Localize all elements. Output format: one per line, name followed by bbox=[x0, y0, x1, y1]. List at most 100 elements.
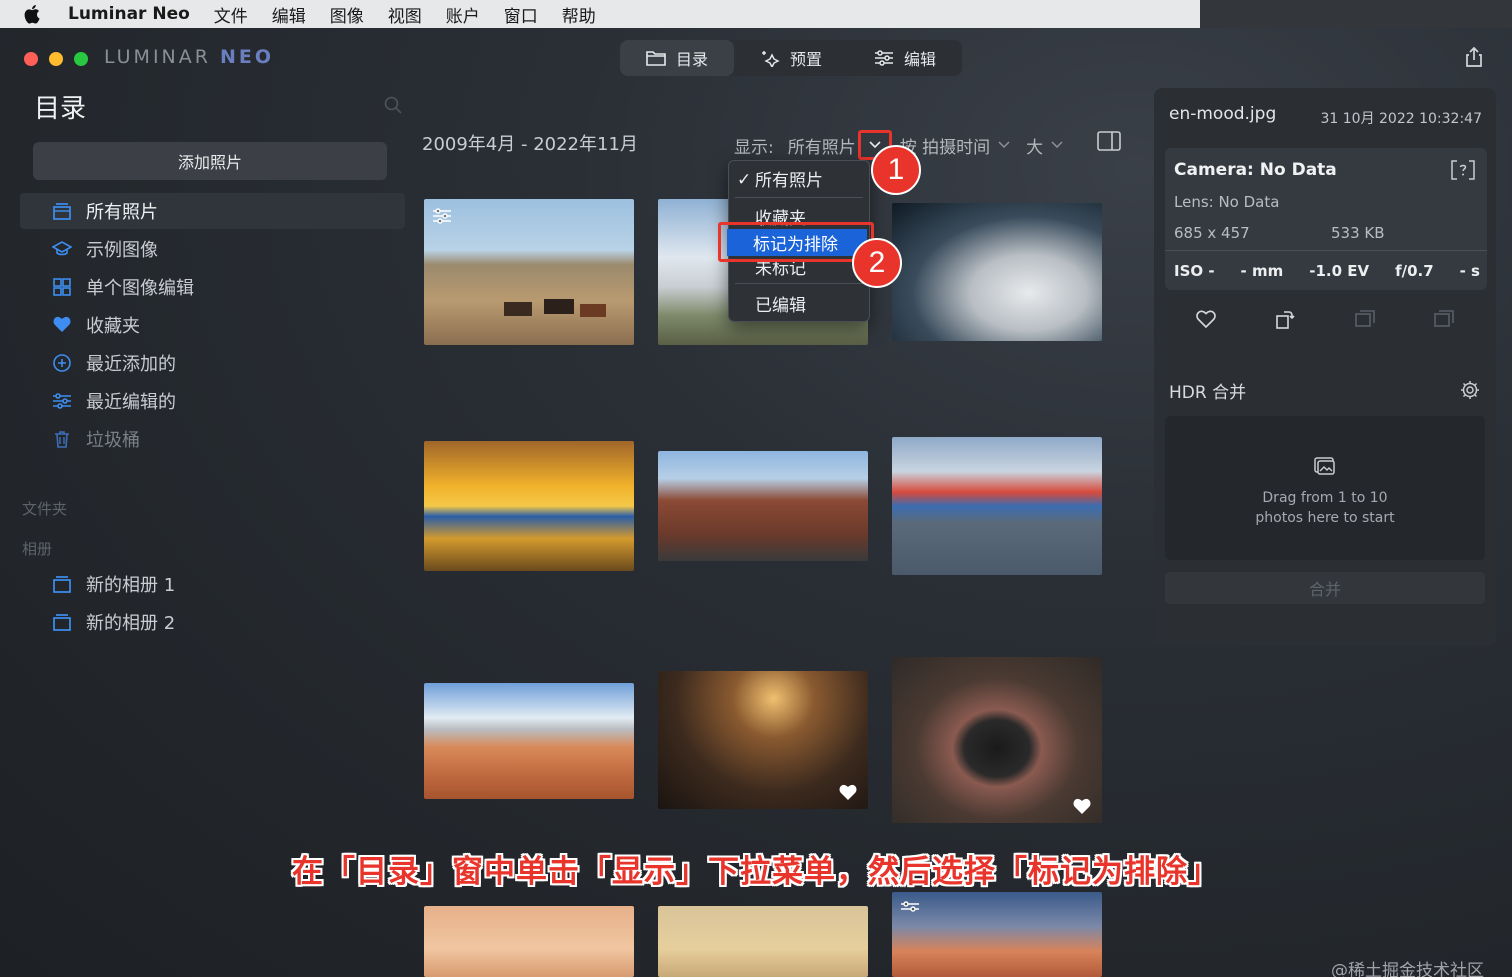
sidebar-item-label: 示例图像 bbox=[86, 240, 158, 261]
exif-block: Camera: No Data Lens: No Data 685 x 457 … bbox=[1165, 148, 1487, 290]
minimize-window-button[interactable] bbox=[49, 52, 63, 66]
duplicate-icon[interactable] bbox=[1433, 308, 1455, 330]
date-range: 2009年4月 - 2022年11月 bbox=[422, 134, 638, 155]
sliders-icon bbox=[53, 393, 71, 409]
info-lens: Lens: No Data bbox=[1174, 193, 1280, 211]
info-filesize: 533 KB bbox=[1331, 224, 1385, 242]
album-icon bbox=[53, 614, 71, 631]
tab-catalog[interactable]: 目录 bbox=[620, 40, 735, 76]
rotate-icon[interactable] bbox=[1274, 308, 1296, 330]
annotation-highlight-box bbox=[718, 222, 874, 262]
plus-circle-icon bbox=[53, 354, 71, 372]
photo-thumbnail[interactable] bbox=[892, 892, 1102, 977]
hdr-drop-zone[interactable]: Drag from 1 to 10 photos here to start bbox=[1165, 416, 1485, 560]
sidebar-item-sample-images[interactable]: 示例图像 bbox=[20, 231, 405, 267]
sidebar-item-all-photos[interactable]: 所有照片 bbox=[20, 193, 405, 229]
photo-thumbnail[interactable] bbox=[658, 906, 868, 977]
sidebar-item-label: 收藏夹 bbox=[86, 316, 140, 337]
photo-thumbnail[interactable] bbox=[424, 906, 634, 977]
tutorial-caption: 在「目录」窗中单击「显示」下拉菜单，然后选择「标记为排除」 bbox=[292, 854, 1220, 890]
close-window-button[interactable] bbox=[24, 52, 38, 66]
dropdown-item-all-photos[interactable]: ✓ 所有照片 bbox=[729, 163, 869, 193]
photo-thumbnail[interactable] bbox=[658, 451, 868, 561]
albums-section-label[interactable]: 相册 bbox=[22, 538, 52, 559]
sidebar-item-favorites[interactable]: 收藏夹 bbox=[20, 307, 405, 343]
heart-icon[interactable] bbox=[1072, 797, 1092, 815]
sidebar-title: 目录 bbox=[34, 94, 87, 124]
chevron-down-icon[interactable] bbox=[998, 140, 1010, 150]
apple-icon[interactable] bbox=[24, 4, 42, 24]
sidebar-item-label: 垃圾桶 bbox=[86, 430, 140, 451]
menu-image[interactable]: 图像 bbox=[330, 2, 364, 27]
sidebar-item-trash[interactable]: 垃圾桶 bbox=[20, 421, 405, 457]
heart-icon bbox=[53, 316, 71, 332]
favorite-heart-icon[interactable] bbox=[1195, 308, 1217, 330]
tab-edit[interactable]: 编辑 bbox=[848, 40, 962, 76]
search-icon[interactable] bbox=[383, 95, 403, 115]
menubar-app-name[interactable]: Luminar Neo bbox=[68, 4, 190, 24]
help-icon[interactable] bbox=[1451, 160, 1475, 180]
grid-icon bbox=[53, 278, 71, 296]
menu-edit[interactable]: 编辑 bbox=[272, 2, 306, 27]
sliders-icon bbox=[875, 50, 894, 66]
panel-toggle-icon[interactable] bbox=[1097, 131, 1121, 151]
menu-view[interactable]: 视图 bbox=[388, 2, 422, 27]
sidebar-item-album-2[interactable]: 新的相册 2 bbox=[20, 604, 405, 640]
tab-presets-label: 预置 bbox=[790, 50, 823, 69]
sidebar-nav: 所有照片 示例图像 单个图像编辑 收藏夹 最近添加的 最近编辑的 垃圾桶 bbox=[20, 193, 405, 459]
info-datetime: 31 10月 2022 10:32:47 bbox=[1320, 111, 1483, 127]
photo-thumbnail[interactable] bbox=[892, 657, 1102, 823]
photo-thumbnail[interactable] bbox=[424, 441, 634, 571]
step-marker-1: 1 bbox=[871, 145, 921, 195]
mode-tabs: 目录 预置 编辑 bbox=[620, 40, 963, 76]
hdr-merge-panel: HDR 合并 Drag from 1 to 10 photos here to … bbox=[1154, 362, 1496, 646]
sidebar-item-single-image-edits[interactable]: 单个图像编辑 bbox=[20, 269, 405, 305]
photo-thumbnail[interactable] bbox=[424, 199, 634, 345]
filter-value[interactable]: 所有照片 bbox=[788, 133, 856, 158]
share-icon[interactable] bbox=[1464, 46, 1484, 68]
exif-aperture: f/0.7 bbox=[1395, 262, 1434, 280]
photo-content bbox=[504, 299, 606, 317]
sidebar-item-album-1[interactable]: 新的相册 1 bbox=[20, 566, 405, 602]
hdr-drop-line-2: photos here to start bbox=[1255, 510, 1395, 526]
heart-icon[interactable] bbox=[838, 783, 858, 801]
info-filename: en-mood.jpg bbox=[1169, 104, 1277, 124]
folder-icon bbox=[646, 51, 666, 66]
menubar-right-area bbox=[1200, 0, 1512, 28]
sidebar-item-label: 新的相册 2 bbox=[86, 613, 176, 634]
graduation-cap-icon bbox=[52, 241, 72, 256]
add-photos-button[interactable]: 添加照片 bbox=[33, 142, 387, 180]
chevron-down-icon[interactable] bbox=[1051, 140, 1063, 150]
photo-thumbnail[interactable] bbox=[892, 437, 1102, 575]
tab-catalog-label: 目录 bbox=[676, 50, 709, 69]
size-dropdown[interactable]: 大 bbox=[1026, 133, 1043, 158]
compare-icon[interactable] bbox=[1354, 308, 1376, 330]
gear-icon[interactable] bbox=[1460, 380, 1480, 400]
sidebar-item-label: 最近添加的 bbox=[86, 354, 176, 375]
filter-label: 显示: bbox=[734, 137, 774, 158]
folders-section-label[interactable]: 文件夹 bbox=[22, 498, 67, 519]
photo-thumbnail[interactable] bbox=[658, 671, 868, 809]
photo-thumbnail[interactable] bbox=[892, 203, 1102, 341]
dropdown-separator bbox=[735, 197, 863, 198]
menu-account[interactable]: 账户 bbox=[446, 2, 480, 27]
all-photos-icon bbox=[53, 203, 71, 220]
sidebar-item-recently-edited[interactable]: 最近编辑的 bbox=[20, 383, 405, 419]
hdr-merge-button[interactable]: 合并 bbox=[1165, 572, 1485, 604]
zoom-window-button[interactable] bbox=[74, 52, 88, 66]
dropdown-item-label: 所有照片 bbox=[755, 170, 823, 191]
photo-thumbnail[interactable] bbox=[424, 683, 634, 799]
menu-window[interactable]: 窗口 bbox=[504, 2, 538, 27]
info-camera: Camera: No Data bbox=[1174, 160, 1337, 180]
menu-help[interactable]: 帮助 bbox=[562, 2, 596, 27]
hdr-title: HDR 合并 bbox=[1169, 383, 1247, 403]
sidebar-item-label: 所有照片 bbox=[86, 202, 158, 223]
trash-icon bbox=[55, 431, 69, 448]
dropdown-item-edited[interactable]: 已编辑 bbox=[729, 288, 869, 318]
app-logo: LUMINAR NEO bbox=[104, 46, 275, 68]
info-actions bbox=[1154, 308, 1496, 330]
menu-file[interactable]: 文件 bbox=[214, 2, 248, 27]
sidebar-item-recently-added[interactable]: 最近添加的 bbox=[20, 345, 405, 381]
watermark: @稀土掘金技术社区 bbox=[1331, 961, 1484, 977]
tab-presets[interactable]: 预置 bbox=[734, 40, 848, 76]
